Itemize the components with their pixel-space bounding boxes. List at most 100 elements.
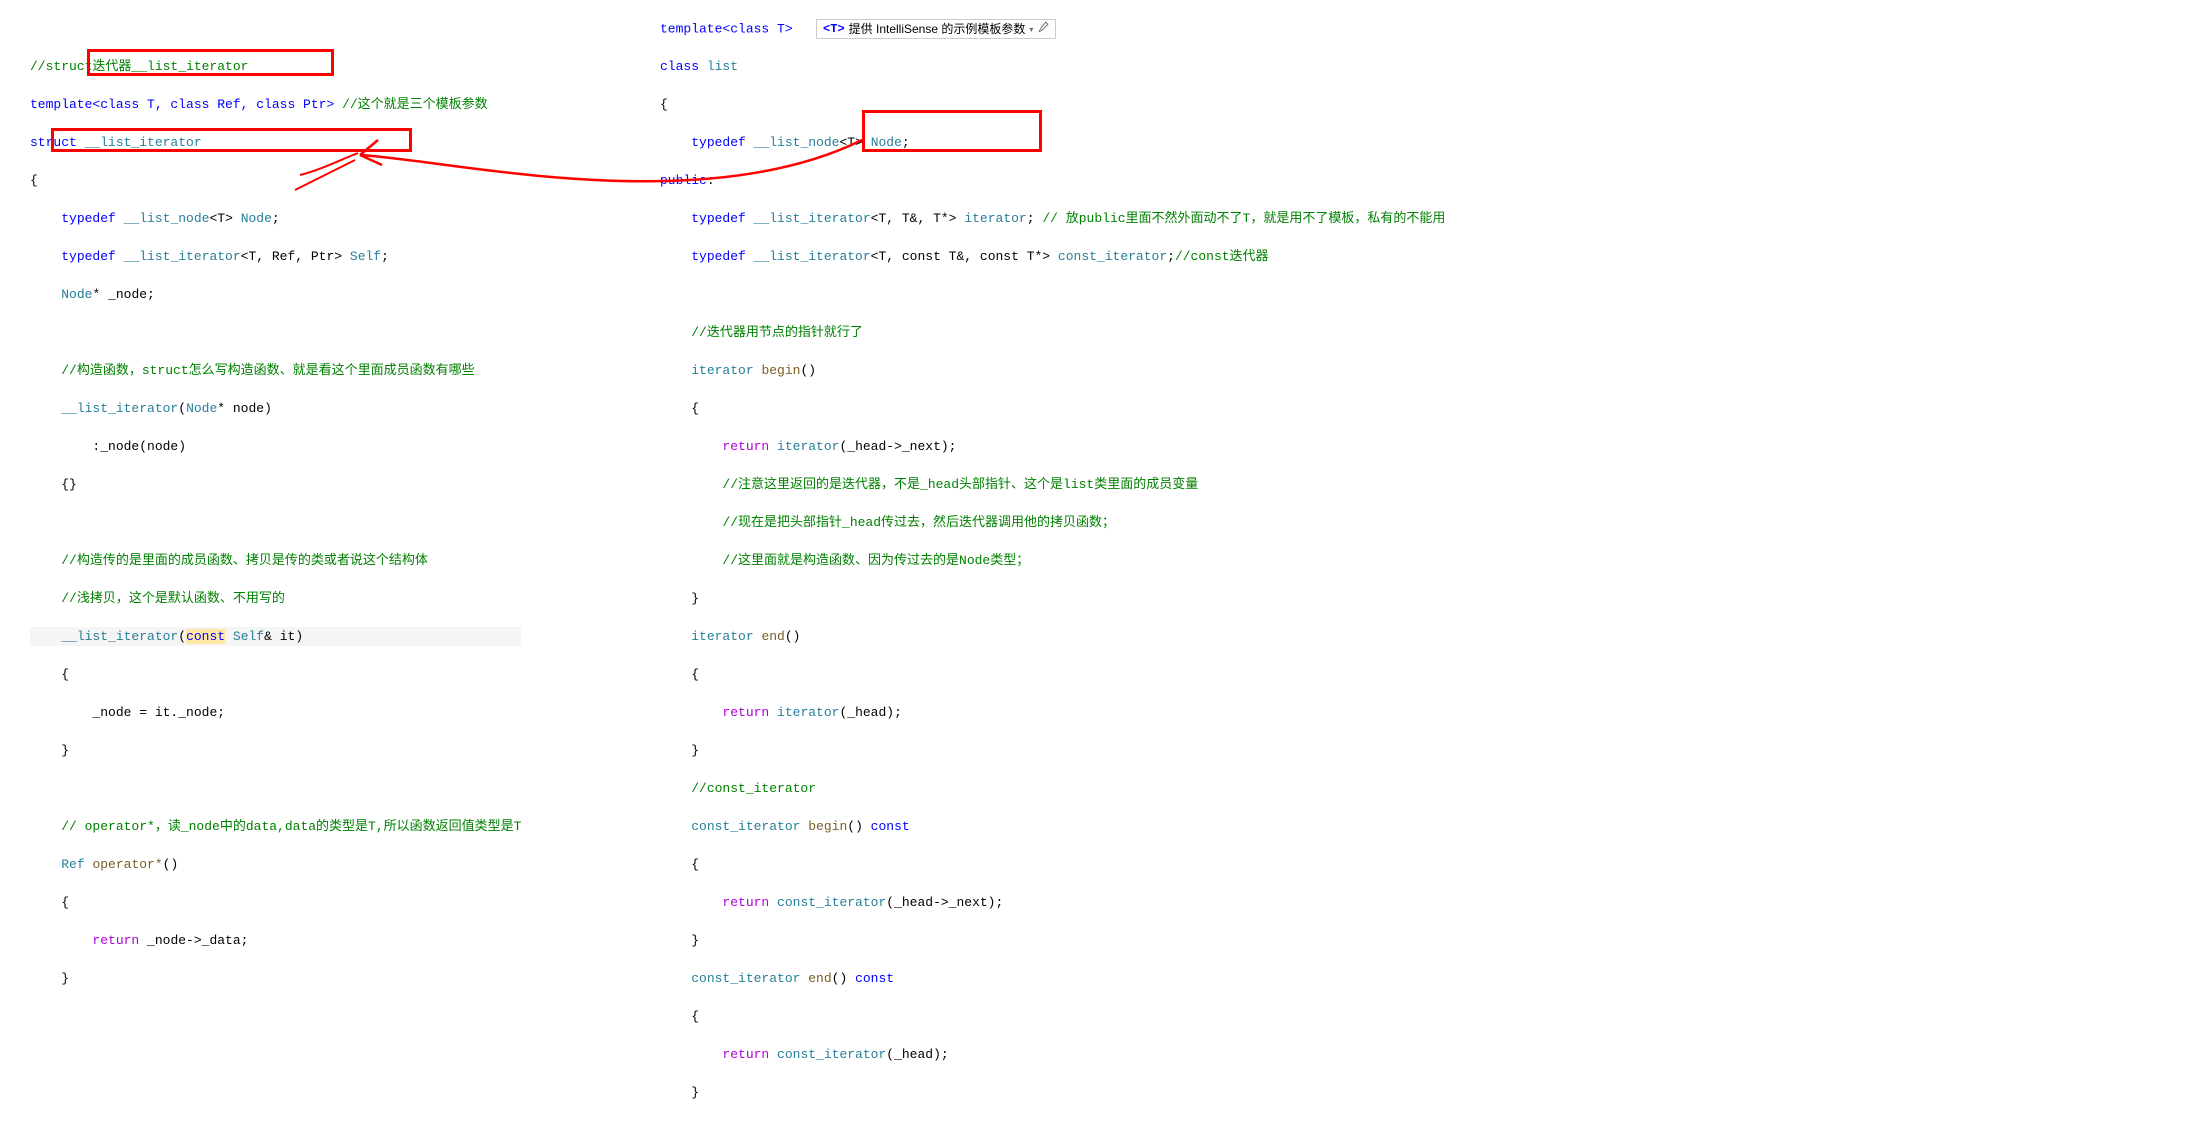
intellisense-template-hint[interactable]: <T>提供 IntelliSense 的示例模板参数▾	[816, 19, 1056, 39]
code-pane-left[interactable]: //struct迭代器__list_iterator template<clas…	[30, 0, 521, 1007]
ret-type: iterator	[691, 363, 753, 378]
param-type: Self	[233, 629, 264, 644]
keyword-template: template	[660, 21, 722, 36]
code-line[interactable]: {}	[30, 475, 521, 494]
code-line[interactable]: {	[660, 855, 1445, 874]
code-line[interactable]: template<class T, class Ref, class Ptr> …	[30, 95, 521, 114]
param-type: Node	[186, 401, 217, 416]
func-name: end	[808, 971, 831, 986]
member-decl: * _node;	[92, 287, 154, 302]
code-line[interactable]: return _node->_data;	[30, 931, 521, 950]
comment: //注意这里返回的是迭代器，不是_head头部指针、这个是list类里面的成员变…	[722, 477, 1198, 492]
keyword-return: return	[722, 705, 769, 720]
keyword-return: return	[722, 895, 769, 910]
code-line[interactable]: //浅拷贝，这个是默认函数、不用写的	[30, 589, 521, 608]
call-type: iterator	[777, 705, 839, 720]
code-line[interactable]: Ref operator*()	[30, 855, 521, 874]
keyword-typedef: typedef	[691, 135, 746, 150]
call-args: (_head);	[839, 705, 901, 720]
param: & it	[264, 629, 295, 644]
call-args: (_head);	[886, 1047, 948, 1062]
template-params: <class T>	[722, 21, 792, 36]
comment: // 放public里面不然外面动不了T，就是用不了模板，私有的不能用	[1042, 211, 1445, 226]
template-hint-text: 提供 IntelliSense 的示例模板参数	[849, 20, 1026, 39]
code-line[interactable]: //struct迭代器__list_iterator	[30, 57, 521, 76]
code-line[interactable]: typedef __list_node<T> Node;	[660, 133, 1445, 152]
chevron-down-icon[interactable]: ▾	[1029, 20, 1033, 39]
code-line[interactable]: typedef __list_iterator<T, const T&, con…	[660, 247, 1445, 266]
pencil-icon[interactable]	[1037, 20, 1049, 39]
code-line[interactable]: :_node(node)	[30, 437, 521, 456]
keyword-return: return	[722, 1047, 769, 1062]
param: * node	[217, 401, 264, 416]
code-line[interactable]: struct __list_iterator	[30, 133, 521, 152]
type-name: __list_node	[124, 211, 210, 226]
type-name: __list_iterator	[124, 249, 241, 264]
code-line[interactable]: return iterator(_head->_next);	[660, 437, 1445, 456]
keyword-typedef: typedef	[61, 211, 116, 226]
code-line[interactable]: iterator end()	[660, 627, 1445, 646]
code-line[interactable]: {	[30, 893, 521, 912]
code-line[interactable]: typedef __list_iterator<T, T&, T*> itera…	[660, 209, 1445, 228]
type-name: Node	[61, 287, 92, 302]
code-line[interactable]: }	[660, 931, 1445, 950]
code-line[interactable]: public:	[660, 171, 1445, 190]
code-line[interactable]: __list_iterator(Node* node)	[30, 399, 521, 418]
func-name: begin	[808, 819, 847, 834]
type-alias: Node	[241, 211, 272, 226]
code-line[interactable]: _node = it._node;	[30, 703, 521, 722]
code-line[interactable]: //注意这里返回的是迭代器，不是_head头部指针、这个是list类里面的成员变…	[660, 475, 1445, 494]
code-line[interactable]: {	[660, 1007, 1445, 1026]
code-line[interactable]: }	[30, 741, 521, 760]
code-line[interactable]: // operator*，读_node中的data,data的类型是T,所以函数…	[30, 817, 521, 836]
code-line[interactable]: {	[660, 665, 1445, 684]
expr: _node->_data;	[147, 933, 248, 948]
code-line[interactable]: const_iterator begin() const	[660, 817, 1445, 836]
code-line[interactable]: //这里面就是构造函数、因为传过去的是Node类型；	[660, 551, 1445, 570]
func-name: begin	[761, 363, 800, 378]
keyword-typedef: typedef	[61, 249, 116, 264]
code-line[interactable]: //现在是把头部指针_head传过去，然后迭代器调用他的拷贝函数；	[660, 513, 1445, 532]
code-line-highlighted[interactable]: __list_iterator(const Self& it)	[30, 627, 521, 646]
comment: //现在是把头部指针_head传过去，然后迭代器调用他的拷贝函数；	[722, 515, 1115, 530]
code-line[interactable]: }	[660, 589, 1445, 608]
type-name: __list_node	[754, 135, 840, 150]
func-name: operator*	[92, 857, 162, 872]
keyword-class: class	[660, 59, 707, 74]
code-line[interactable]: iterator begin()	[660, 361, 1445, 380]
code-line[interactable]: {	[30, 665, 521, 684]
code-line[interactable]: {	[660, 399, 1445, 418]
comment: //const迭代器	[1175, 249, 1269, 264]
code-line[interactable]: class list	[660, 57, 1445, 76]
code-line[interactable]: typedef __list_iterator<T, Ref, Ptr> Sel…	[30, 247, 521, 266]
type-name: list	[707, 59, 738, 74]
code-line[interactable]: return iterator(_head);	[660, 703, 1445, 722]
code-line[interactable]: {	[30, 171, 521, 190]
call-args: (_head->_next);	[886, 895, 1003, 910]
type-alias: Node	[871, 135, 902, 150]
type-name: __list_iterator	[754, 249, 871, 264]
code-line[interactable]: //构造函数，struct怎么写构造函数、就是看这个里面成员函数有哪些	[30, 361, 521, 380]
keyword-const: const	[855, 971, 894, 986]
code-line[interactable]: }	[30, 969, 521, 988]
call-args: (_head->_next);	[839, 439, 956, 454]
code-line[interactable]: return const_iterator(_head);	[660, 1045, 1445, 1064]
keyword-return: return	[92, 933, 139, 948]
call-type: const_iterator	[777, 1047, 886, 1062]
tmpl-args: <T, Ref, Ptr>	[241, 249, 342, 264]
code-line[interactable]: Node* _node;	[30, 285, 521, 304]
code-line[interactable]: }	[660, 741, 1445, 760]
code-line[interactable]: //const_iterator	[660, 779, 1445, 798]
code-line[interactable]: //构造传的是里面的成员函数、拷贝是传的类或者说这个结构体	[30, 551, 521, 570]
ret-type: Ref	[61, 857, 84, 872]
code-line[interactable]: }	[660, 1083, 1445, 1102]
code-line[interactable]: //迭代器用节点的指针就行了	[660, 323, 1445, 342]
code-line[interactable]: return const_iterator(_head->_next);	[660, 893, 1445, 912]
template-hint-key: <T>	[823, 20, 845, 39]
code-line[interactable]: const_iterator end() const	[660, 969, 1445, 988]
stmt: _node = it._node;	[92, 705, 225, 720]
code-line[interactable]: template<class T> <T>提供 IntelliSense 的示例…	[660, 19, 1445, 38]
code-pane-right[interactable]: template<class T> <T>提供 IntelliSense 的示例…	[660, 0, 1445, 1121]
code-line[interactable]: typedef __list_node<T> Node;	[30, 209, 521, 228]
code-line[interactable]: {	[660, 95, 1445, 114]
